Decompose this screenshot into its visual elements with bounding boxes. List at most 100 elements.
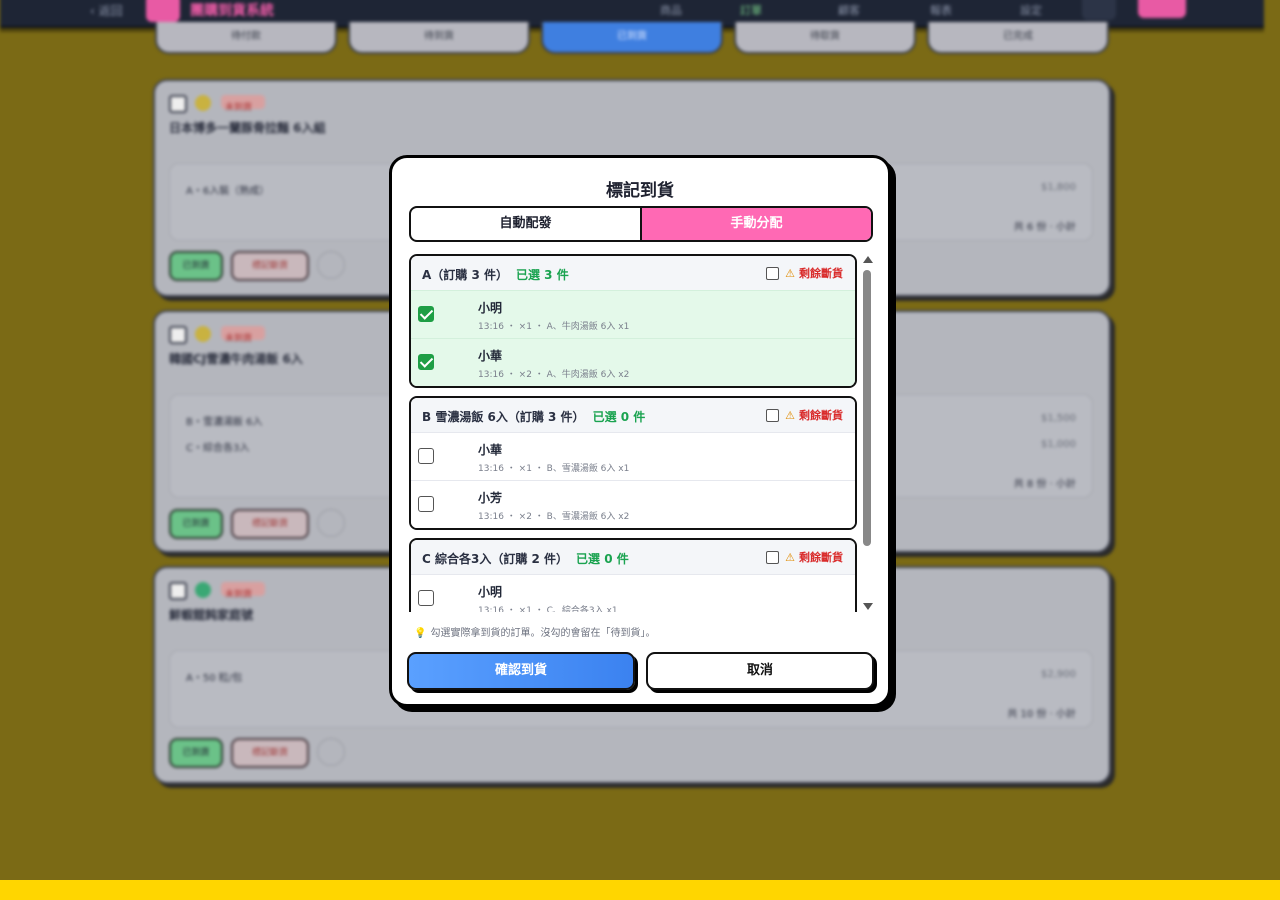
out-of-stock-label: 剩餘斷貨 [799,551,843,564]
scroll-up-icon[interactable] [863,256,873,263]
order-meta: 13:16 ・ ×2 ・ B、雪濃湯飯 6入 x2 [478,512,630,522]
mark-oos-button[interactable]: 標記斷貨 [231,738,309,768]
card-title: 韓國CJ雪濃牛肉湯飯 6入 [169,352,303,366]
variant-group-a: A（訂購 3 件） 已選 3 件 ⚠ 剩餘斷貨 小明 13:16 ・ ×1 ・ A… [409,254,857,388]
out-of-stock-toggle[interactable]: ⚠ 剩餘斷貨 [766,549,843,565]
mark-oos-button[interactable]: 標記斷貨 [231,251,309,281]
out-of-stock-checkbox[interactable] [766,408,780,422]
nav-item[interactable]: 報表 [930,2,952,18]
confirm-arrival-button[interactable]: 確認到貨 [407,652,635,690]
order-checkbox[interactable] [418,496,434,512]
group-name: C 綜合各3入（訂購 2 件） 已選 0 件 [422,552,629,566]
variant-price: $1,000 [1041,439,1076,450]
group-header: B 雪濃湯飯 6入（訂購 3 件） 已選 0 件 ⚠ 剩餘斷貨 [411,398,855,432]
card-actions: 已到貨 標記斷貨 [169,251,345,281]
notification-icon[interactable] [1082,0,1116,20]
cancel-button[interactable]: 取消 [646,652,874,690]
more-icon[interactable] [317,251,345,279]
variant-summary: 共 10 份 · 小計 [1007,709,1076,720]
scroll-down-icon[interactable] [863,603,873,610]
out-of-stock-checkbox[interactable] [766,266,780,280]
selected-count: 已選 0 件 [576,552,629,566]
tab-awaiting-arrival[interactable]: 待到貨 [348,22,530,54]
variant-price: $2,900 [1041,669,1076,680]
order-checkbox[interactable] [418,448,434,464]
order-meta: 13:16 ・ ×1 ・ C、綜合各3入 x1 [478,606,618,612]
group-name: B 雪濃湯飯 6入（訂購 3 件） 已選 0 件 [422,410,646,424]
mark-arrival-modal: 標記到貨 自動配發 手動分配 A（訂購 3 件） 已選 3 件 ⚠ 剩餘斷貨 小明… [389,155,891,707]
variant-line: A・6入裝（熟成） [186,186,270,197]
customer-name: 小華 [478,443,503,457]
warning-icon: ⚠ [785,550,795,564]
out-of-stock-label: 剩餘斷貨 [799,409,843,422]
card-actions: 已到貨 標記斷貨 [169,509,345,539]
variant-line: B・雪濃湯飯 6入 [186,417,263,428]
scrollbar-thumb[interactable] [863,270,871,546]
status-tag: 未到貨 [221,95,265,113]
app-logo-icon [146,0,180,22]
variant-line: A・50 粒/包 [186,673,243,684]
order-checkbox[interactable] [418,354,434,370]
order-meta: 13:16 ・ ×1 ・ A、牛肉湯飯 6入 x1 [478,322,630,332]
status-dot-icon [195,326,211,342]
order-group-list[interactable]: A（訂購 3 件） 已選 3 件 ⚠ 剩餘斷貨 小明 13:16 ・ ×1 ・ A… [409,254,875,612]
out-of-stock-toggle[interactable]: ⚠ 剩餘斷貨 [766,265,843,281]
tab-awaiting-pickup[interactable]: 待取貨 [734,22,916,54]
variant-group-c: C 綜合各3入（訂購 2 件） 已選 0 件 ⚠ 剩餘斷貨 小明 13:16 ・ … [409,538,857,612]
auto-distribute-tab[interactable]: 自動配發 [411,208,640,240]
more-icon[interactable] [317,509,345,537]
variant-summary: 共 8 份 · 小計 [1013,479,1076,490]
manual-assign-tab[interactable]: 手動分配 [640,208,871,240]
variant-price: $1,800 [1041,182,1076,193]
order-checkbox[interactable] [418,306,434,322]
out-of-stock-checkbox[interactable] [766,550,780,564]
lightbulb-icon: 💡 [414,628,427,639]
status-tag: 未到貨 [221,326,265,344]
tab-completed[interactable]: 已完成 [927,22,1109,54]
user-button[interactable] [1138,0,1186,18]
status-tag: 未到貨 [221,582,265,600]
tab-pending-payment[interactable]: 待付款 [155,22,337,54]
nav-item[interactable]: 訂單 [740,2,762,18]
customer-name: 小明 [478,301,503,315]
arrived-button[interactable]: 已到貨 [169,738,223,768]
selected-count: 已選 3 件 [516,268,569,282]
warning-icon: ⚠ [785,408,795,422]
more-icon[interactable] [317,738,345,766]
tab-arrived[interactable]: 已到貨 [541,22,723,54]
order-row[interactable]: 小明 13:16 ・ ×1 ・ A、牛肉湯飯 6入 x1 [411,290,855,338]
card-actions: 已到貨 標記斷貨 [169,738,345,768]
card-checkbox[interactable] [169,326,187,344]
back-link[interactable]: ‹ 返回 [90,2,123,19]
arrived-button[interactable]: 已到貨 [169,251,223,281]
card-checkbox[interactable] [169,95,187,113]
order-checkbox[interactable] [418,590,434,606]
out-of-stock-toggle[interactable]: ⚠ 剩餘斷貨 [766,407,843,423]
bottom-strip [0,880,1280,900]
card-checkbox[interactable] [169,582,187,600]
order-row[interactable]: 小芳 13:16 ・ ×2 ・ B、雪濃湯飯 6入 x2 [411,480,855,528]
order-row[interactable]: 小明 13:16 ・ ×1 ・ C、綜合各3入 x1 [411,574,855,612]
nav-item[interactable]: 商品 [660,2,682,18]
order-row[interactable]: 小華 13:16 ・ ×1 ・ B、雪濃湯飯 6入 x1 [411,432,855,480]
arrived-button[interactable]: 已到貨 [169,509,223,539]
order-row[interactable]: 小華 13:16 ・ ×2 ・ A、牛肉湯飯 6入 x2 [411,338,855,386]
status-tabs: 待付款 待到貨 已到貨 待取貨 已完成 [155,22,1111,56]
selected-count: 已選 0 件 [592,410,646,424]
modal-title: 標記到貨 [606,181,674,201]
variant-line: C・綜合各3入 [186,443,250,454]
customer-name: 小芳 [478,491,503,505]
status-dot-icon [195,95,211,111]
hint-text: 💡 勾選實際拿到貨的訂單。沒勾的會留在「待到貨」。 [414,628,656,639]
nav-item[interactable]: 設定 [1020,2,1042,18]
nav-item[interactable]: 顧客 [838,2,860,18]
group-header: C 綜合各3入（訂購 2 件） 已選 0 件 ⚠ 剩餘斷貨 [411,540,855,574]
variant-group-b: B 雪濃湯飯 6入（訂購 3 件） 已選 0 件 ⚠ 剩餘斷貨 小華 13:16 … [409,396,857,530]
list-scrollbar[interactable] [861,254,875,612]
mark-oos-button[interactable]: 標記斷貨 [231,509,309,539]
variant-price: $1,500 [1041,413,1076,424]
customer-name: 小華 [478,349,503,363]
group-header: A（訂購 3 件） 已選 3 件 ⚠ 剩餘斷貨 [411,256,855,290]
out-of-stock-label: 剩餘斷貨 [799,267,843,280]
order-meta: 13:16 ・ ×2 ・ A、牛肉湯飯 6入 x2 [478,370,630,380]
